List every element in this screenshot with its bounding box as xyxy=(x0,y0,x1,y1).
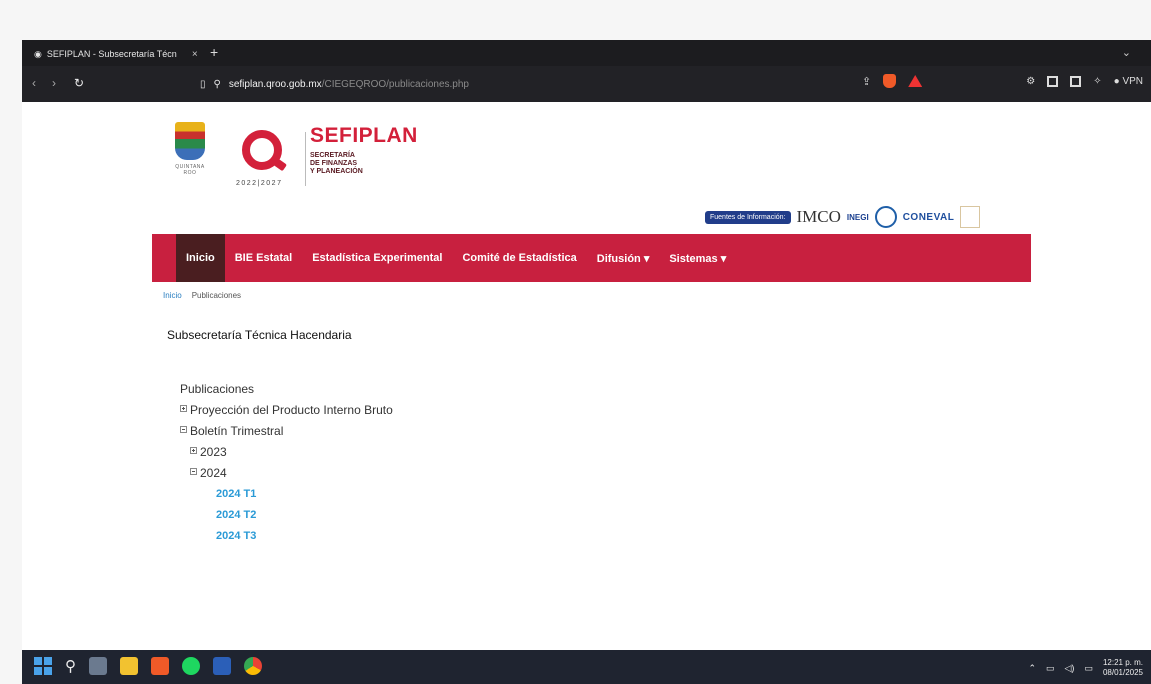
sidebar-icon[interactable] xyxy=(1047,76,1059,87)
url-path: /CIEGEQROO/publicaciones.php xyxy=(321,78,469,90)
doc-link-2024-t3[interactable]: 2024 T3 xyxy=(178,526,393,547)
tree-item-boletin[interactable]: Boletín Trimestral xyxy=(178,421,393,442)
brave-browser-icon[interactable] xyxy=(151,657,169,675)
nav-inicio[interactable]: Inicio xyxy=(176,234,225,282)
tree-year-2024[interactable]: 2024 xyxy=(178,463,393,484)
q-logo-icon xyxy=(238,126,290,178)
expand-plus-icon[interactable] xyxy=(180,405,187,412)
brand-line-3: Y PLANEACIÓN xyxy=(310,168,363,175)
share-icon[interactable]: ⇪ xyxy=(862,75,871,88)
leo-icon[interactable]: ✧ xyxy=(1093,76,1101,87)
state-caption: QUINTANA ROO xyxy=(175,164,205,176)
windows-start-icon[interactable] xyxy=(34,657,52,675)
globe-icon: ◉ xyxy=(34,48,42,59)
file-explorer-icon[interactable] xyxy=(120,657,138,675)
clock[interactable]: 12:21 p. m. 08/01/2025 xyxy=(1103,658,1143,678)
main-nav: Inicio BIE Estatal Estadística Experimen… xyxy=(152,234,1031,282)
site-logo[interactable]: QUINTANA ROO 2022|2027 SEFIPLAN SECRETAR… xyxy=(172,122,452,192)
toolbar-right: ⚙ ✧ ● VPN xyxy=(1026,76,1143,87)
expand-plus-icon[interactable] xyxy=(190,447,197,454)
brand-name: SEFIPLAN xyxy=(310,124,418,147)
collapse-minus-icon[interactable] xyxy=(190,468,197,475)
imco-logo[interactable]: IMCO xyxy=(797,207,841,227)
world-bank-globe-icon[interactable] xyxy=(874,206,897,228)
quintana-roo-shield-icon: QUINTANA ROO xyxy=(172,122,208,176)
reload-icon[interactable]: ↻ xyxy=(74,76,84,90)
forward-icon[interactable]: › xyxy=(52,76,56,90)
tree-year-2023[interactable]: 2023 xyxy=(178,442,393,463)
tree-item-boletin-label: Boletín Trimestral xyxy=(190,424,284,438)
period-years: 2022|2027 xyxy=(236,180,283,187)
brand-line-2: DE FINANZAS xyxy=(310,160,358,167)
tree-item-pib-label: Proyección del Producto Interno Bruto xyxy=(190,403,393,417)
breadcrumb-home-link[interactable]: Inicio xyxy=(163,291,182,300)
site-info-icon[interactable]: ⚲ xyxy=(214,79,221,90)
tree-item-pib[interactable]: Proyección del Producto Interno Bruto xyxy=(178,400,393,421)
nav-sistemas-dropdown[interactable]: Sistemas ▾ xyxy=(659,234,736,282)
new-tab-button[interactable]: + xyxy=(210,45,218,59)
toolbar-extensions: ⇪ xyxy=(862,74,923,88)
monitor-screen: ◉ SEFIPLAN - Subsecretaría Técn × + ⌄ ‹ … xyxy=(22,40,1151,684)
network-icon[interactable]: ▭ xyxy=(1046,663,1055,674)
system-tray: ⌃ ▭ ◁) ▭ 12:21 p. m. 08/01/2025 xyxy=(1028,658,1143,678)
web-page: QUINTANA ROO 2022|2027 SEFIPLAN SECRETAR… xyxy=(22,102,1151,650)
nav-estadistica-experimental[interactable]: Estadística Experimental xyxy=(302,234,452,282)
search-icon[interactable]: ⚲ xyxy=(65,657,76,675)
seal-logo-icon[interactable] xyxy=(960,206,981,228)
url-host: sefiplan.qroo.gob.mx xyxy=(228,78,322,90)
doc-link-2024-t1[interactable]: 2024 T1 xyxy=(178,484,393,505)
sources-label: Fuentes de Información: xyxy=(705,210,791,224)
publications-tree: Publicaciones Proyección del Producto In… xyxy=(178,379,393,547)
nav-comite-estadistica[interactable]: Comité de Estadística xyxy=(452,234,586,282)
photo-background: ◉ SEFIPLAN - Subsecretaría Técn × + ⌄ ‹ … xyxy=(0,0,1151,684)
brave-rewards-icon[interactable] xyxy=(908,75,923,87)
tab-search-icon[interactable]: ⌄ xyxy=(1122,46,1131,59)
spotify-icon[interactable] xyxy=(182,657,200,675)
chevron-up-icon[interactable]: ⌃ xyxy=(1028,663,1036,674)
page-title: Subsecretaría Técnica Hacendaria xyxy=(167,328,352,342)
brand-line-1: SECRETARÍA xyxy=(310,152,355,159)
inegi-logo[interactable]: INEGI xyxy=(847,213,869,222)
nav-difusion-dropdown[interactable]: Difusión ▾ xyxy=(587,234,660,282)
doc-link-2024-t2[interactable]: 2024 T2 xyxy=(178,505,393,526)
data-sources-strip: Fuentes de Información: IMCO INEGI CONEV… xyxy=(705,202,981,232)
brand-subtitle: SECRETARÍA DE FINANZAS Y PLANEACIÓN xyxy=(310,152,363,176)
back-icon[interactable]: ‹ xyxy=(32,76,36,90)
tab-close-icon[interactable]: × xyxy=(192,49,198,60)
bookmark-icon[interactable]: ▯ xyxy=(200,79,206,90)
word-icon[interactable] xyxy=(213,657,231,675)
browser-tab[interactable]: ◉ SEFIPLAN - Subsecretaría Técn × xyxy=(28,44,206,64)
vpn-button[interactable]: ● VPN xyxy=(1114,76,1143,87)
taskbar-apps: ⚲ xyxy=(34,657,262,675)
vpn-label: VPN xyxy=(1122,76,1143,87)
wallet-icon[interactable] xyxy=(1070,76,1082,87)
extensions-icon[interactable]: ⚙ xyxy=(1026,76,1035,87)
tree-year-2023-label: 2023 xyxy=(200,445,227,459)
tab-title: SEFIPLAN - Subsecretaría Técn xyxy=(46,49,177,59)
chrome-icon[interactable] xyxy=(244,657,262,675)
breadcrumb-current: Publicaciones xyxy=(191,291,242,300)
clock-time: 12:21 p. m. xyxy=(1102,658,1143,667)
windows-taskbar: ⚲ ⌃ ▭ ◁) ▭ 12:21 p. m. 08/01/2025 xyxy=(22,650,1151,684)
clock-date: 08/01/2025 xyxy=(1102,668,1143,677)
brave-shield-icon[interactable] xyxy=(883,74,897,88)
task-view-icon[interactable] xyxy=(89,657,107,675)
collapse-minus-icon[interactable] xyxy=(180,426,187,433)
tree-year-2024-label: 2024 xyxy=(200,466,227,480)
nav-bie-estatal[interactable]: BIE Estatal xyxy=(225,234,302,282)
address-bar[interactable]: ▯ ⚲ sefiplan.qroo.gob.mx/CIEGEQROO/publi… xyxy=(200,73,640,95)
tab-bar: ◉ SEFIPLAN - Subsecretaría Técn × + ⌄ xyxy=(22,40,1151,66)
tree-root-label: Publicaciones xyxy=(180,382,255,396)
breadcrumb: Inicio Publicaciones xyxy=(163,291,241,300)
logo-divider xyxy=(305,132,306,186)
battery-icon[interactable]: ▭ xyxy=(1084,663,1093,674)
volume-icon[interactable]: ◁) xyxy=(1065,663,1075,674)
coneval-logo[interactable]: CONEVAL xyxy=(903,212,955,223)
browser-toolbar: ‹ › ↻ ▯ ⚲ sefiplan.qroo.gob.mx/CIEGEQROO… xyxy=(22,66,1151,102)
